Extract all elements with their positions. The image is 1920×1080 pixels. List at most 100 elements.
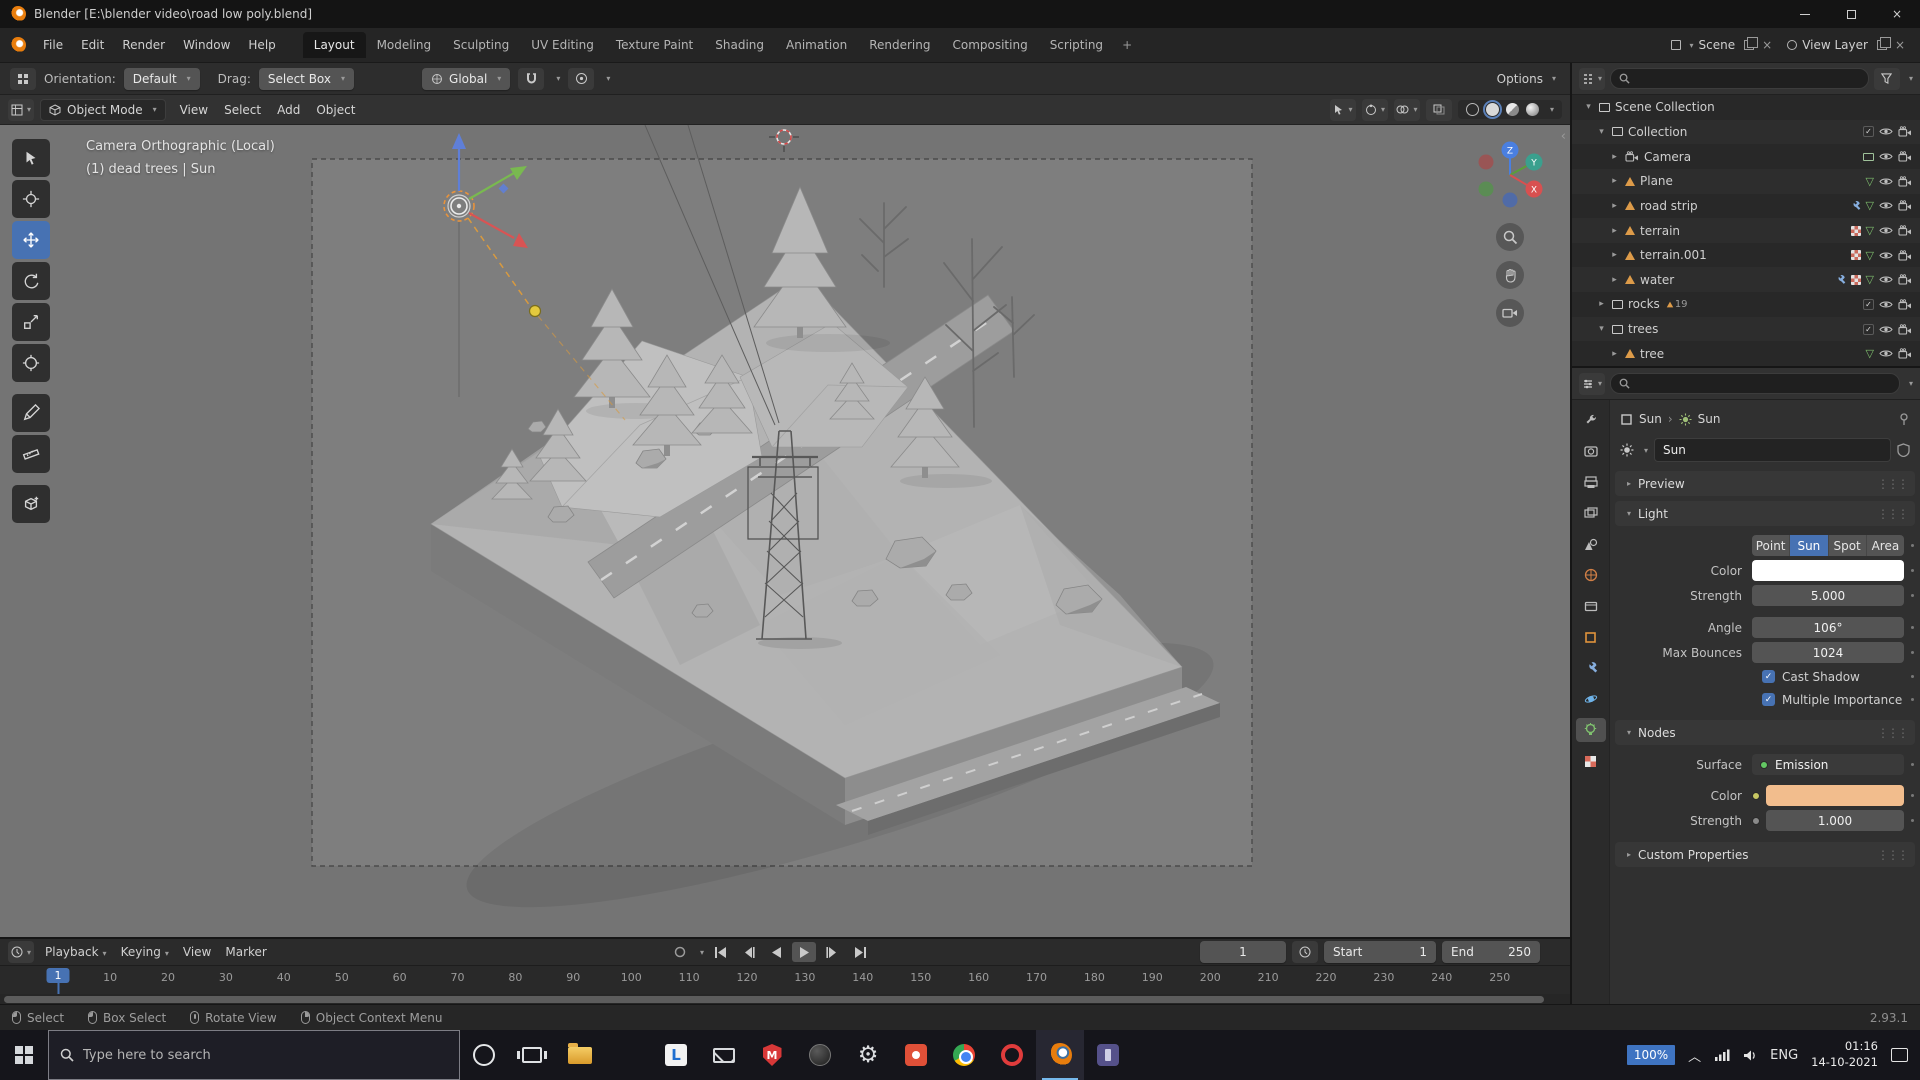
workspace-tab[interactable]: Scripting <box>1039 32 1114 58</box>
hide-viewport-icon[interactable] <box>1879 275 1893 284</box>
prev-keyframe-button[interactable] <box>736 942 760 962</box>
options-dropdown[interactable]: Options ▾ <box>1493 70 1560 88</box>
tab-object[interactable] <box>1576 625 1606 649</box>
hide-viewport-icon[interactable] <box>1879 152 1893 161</box>
volume-icon[interactable] <box>1743 1049 1757 1062</box>
workspace-tab[interactable]: Modeling <box>366 32 443 58</box>
timeline-menu-item[interactable]: Marker <box>218 942 273 962</box>
outliner-row[interactable]: ▸ Camera <box>1572 144 1920 169</box>
scene-selector[interactable]: ▾ Scene × <box>1667 36 1780 54</box>
workspace-tab[interactable]: UV Editing <box>520 32 605 58</box>
exclude-checkbox[interactable]: ✓ <box>1863 323 1874 335</box>
filter-funnel-icon[interactable] <box>1873 67 1900 90</box>
light-name-field[interactable]: Sun <box>1654 438 1891 462</box>
taskbar-app-chrome[interactable] <box>940 1030 988 1080</box>
outliner-item-label[interactable]: terrain <box>1640 224 1680 238</box>
outliner-row[interactable]: ▸ terrain.001 ▽ <box>1572 243 1920 268</box>
tab-object-data[interactable] <box>1575 718 1606 742</box>
editor-type-icon[interactable]: ▾ <box>8 98 34 121</box>
outliner-editor-icon[interactable]: ▾ <box>1579 67 1605 90</box>
tab-view-layer[interactable] <box>1576 501 1606 525</box>
nodes-color-swatch[interactable] <box>1766 785 1904 806</box>
blender-menu-icon[interactable] <box>10 37 26 53</box>
play-reverse-button[interactable] <box>764 942 788 962</box>
outliner-row[interactable]: ▸ rocks 19 ✓ <box>1572 292 1920 317</box>
tool-select-box[interactable] <box>12 139 50 177</box>
tab-physics[interactable] <box>1576 687 1606 711</box>
outliner-search-input[interactable] <box>1610 68 1869 89</box>
taskbar-app-edge[interactable] <box>604 1030 652 1080</box>
workspace-tab[interactable]: Layout <box>302 32 366 58</box>
light-strength-field[interactable]: 5.000 <box>1752 585 1904 606</box>
properties-editor-icon[interactable]: ▾ <box>1579 372 1605 395</box>
tab-output[interactable] <box>1576 470 1606 494</box>
tool-scale[interactable] <box>12 303 50 341</box>
timeline-menu-item[interactable]: View <box>176 942 218 962</box>
hide-viewport-icon[interactable] <box>1879 349 1893 358</box>
outliner-row[interactable]: ▾ Collection ✓ <box>1572 120 1920 145</box>
workspace-tab[interactable]: Animation <box>775 32 858 58</box>
expander-icon[interactable]: ▸ <box>1609 226 1620 236</box>
outliner-item-label[interactable]: road strip <box>1640 199 1698 213</box>
hide-viewport-icon[interactable] <box>1879 300 1893 309</box>
auto-key-icon[interactable] <box>668 942 692 962</box>
expander-icon[interactable]: ▸ <box>1609 275 1620 285</box>
outliner-row[interactable]: ▾ Scene Collection <box>1572 95 1920 120</box>
breadcrumb-object[interactable]: Sun <box>1639 412 1662 426</box>
new-view-layer-icon[interactable] <box>1876 37 1891 50</box>
shading-solid-icon[interactable] <box>1482 100 1502 119</box>
expander-icon[interactable]: ▾ <box>1596 324 1607 334</box>
expander-icon[interactable]: ▾ <box>1583 102 1594 112</box>
orientation-dropdown[interactable]: Default ▾ <box>123 67 200 90</box>
transform-orientation-dropdown[interactable]: Global ▾ <box>422 67 511 90</box>
outliner-item-label[interactable]: trees <box>1628 322 1658 336</box>
taskbar-app-blender[interactable] <box>1036 1030 1084 1080</box>
expander-icon[interactable]: ▸ <box>1609 152 1620 162</box>
scrollbar-thumb[interactable] <box>4 995 1544 1003</box>
multiple-importance-checkbox[interactable]: ✓ <box>1762 693 1775 706</box>
disable-render-icon[interactable] <box>1898 225 1912 236</box>
taskbar-app-file-explorer[interactable] <box>556 1030 604 1080</box>
network-icon[interactable] <box>1714 1049 1730 1061</box>
outliner-row[interactable]: ▸ terrain ▽ <box>1572 218 1920 243</box>
hide-viewport-icon[interactable] <box>1879 251 1893 260</box>
outliner-row[interactable]: ▾ trees ✓ <box>1572 317 1920 342</box>
panel-nodes[interactable]: ▾ Nodes ⋮⋮⋮ <box>1615 720 1915 745</box>
taskbar-app-task-view[interactable] <box>508 1030 556 1080</box>
timeline-editor-icon[interactable]: ▾ <box>8 941 34 963</box>
taskbar-app-opera[interactable] <box>988 1030 1036 1080</box>
minimize-button[interactable] <box>1782 0 1828 28</box>
taskbar-app-settings[interactable]: ⚙ <box>844 1030 892 1080</box>
action-center-icon[interactable] <box>1891 1048 1908 1062</box>
expander-icon[interactable]: ▾ <box>1596 127 1607 137</box>
new-scene-icon[interactable] <box>1744 37 1759 50</box>
properties-search-input[interactable] <box>1610 373 1900 394</box>
workspace-tab[interactable]: Compositing <box>941 32 1038 58</box>
hide-viewport-icon[interactable] <box>1879 226 1893 235</box>
tab-modifiers[interactable] <box>1576 656 1606 680</box>
navigation-gizmo[interactable]: Z Y X <box>1472 137 1548 213</box>
mode-selector[interactable]: Object Mode ▾ <box>40 98 166 121</box>
timeline-menu-item[interactable]: Playback ▾ <box>38 942 114 962</box>
light-type-button[interactable]: Sun <box>1790 535 1829 556</box>
taskbar-app-mail[interactable] <box>700 1030 748 1080</box>
tab-collection[interactable] <box>1576 594 1606 618</box>
workspace-tab[interactable]: Sculpting <box>442 32 520 58</box>
taskbar-app-xbox[interactable] <box>796 1030 844 1080</box>
outliner-item-label[interactable]: rocks <box>1628 297 1660 311</box>
disable-render-icon[interactable] <box>1898 249 1912 261</box>
overlays-toggle-icon[interactable]: ▾ <box>1393 98 1420 121</box>
delete-scene-icon[interactable]: × <box>1759 38 1775 52</box>
outliner-options-icon[interactable]: ▾ <box>1909 74 1913 83</box>
scale-badge[interactable]: 100% <box>1626 1045 1676 1065</box>
preview-range-icon[interactable] <box>1292 941 1318 963</box>
disable-render-icon[interactable] <box>1898 348 1912 359</box>
active-tool-icon[interactable] <box>10 67 36 90</box>
disable-render-icon[interactable] <box>1898 299 1912 310</box>
camera-object-icon[interactable] <box>1625 151 1639 162</box>
surface-shader-field[interactable]: Emission <box>1752 754 1904 775</box>
add-workspace-button[interactable]: + <box>1114 36 1140 54</box>
outliner-item-label[interactable]: water <box>1640 273 1674 287</box>
light-icon[interactable] <box>1620 443 1634 457</box>
jump-end-button[interactable] <box>848 942 872 962</box>
